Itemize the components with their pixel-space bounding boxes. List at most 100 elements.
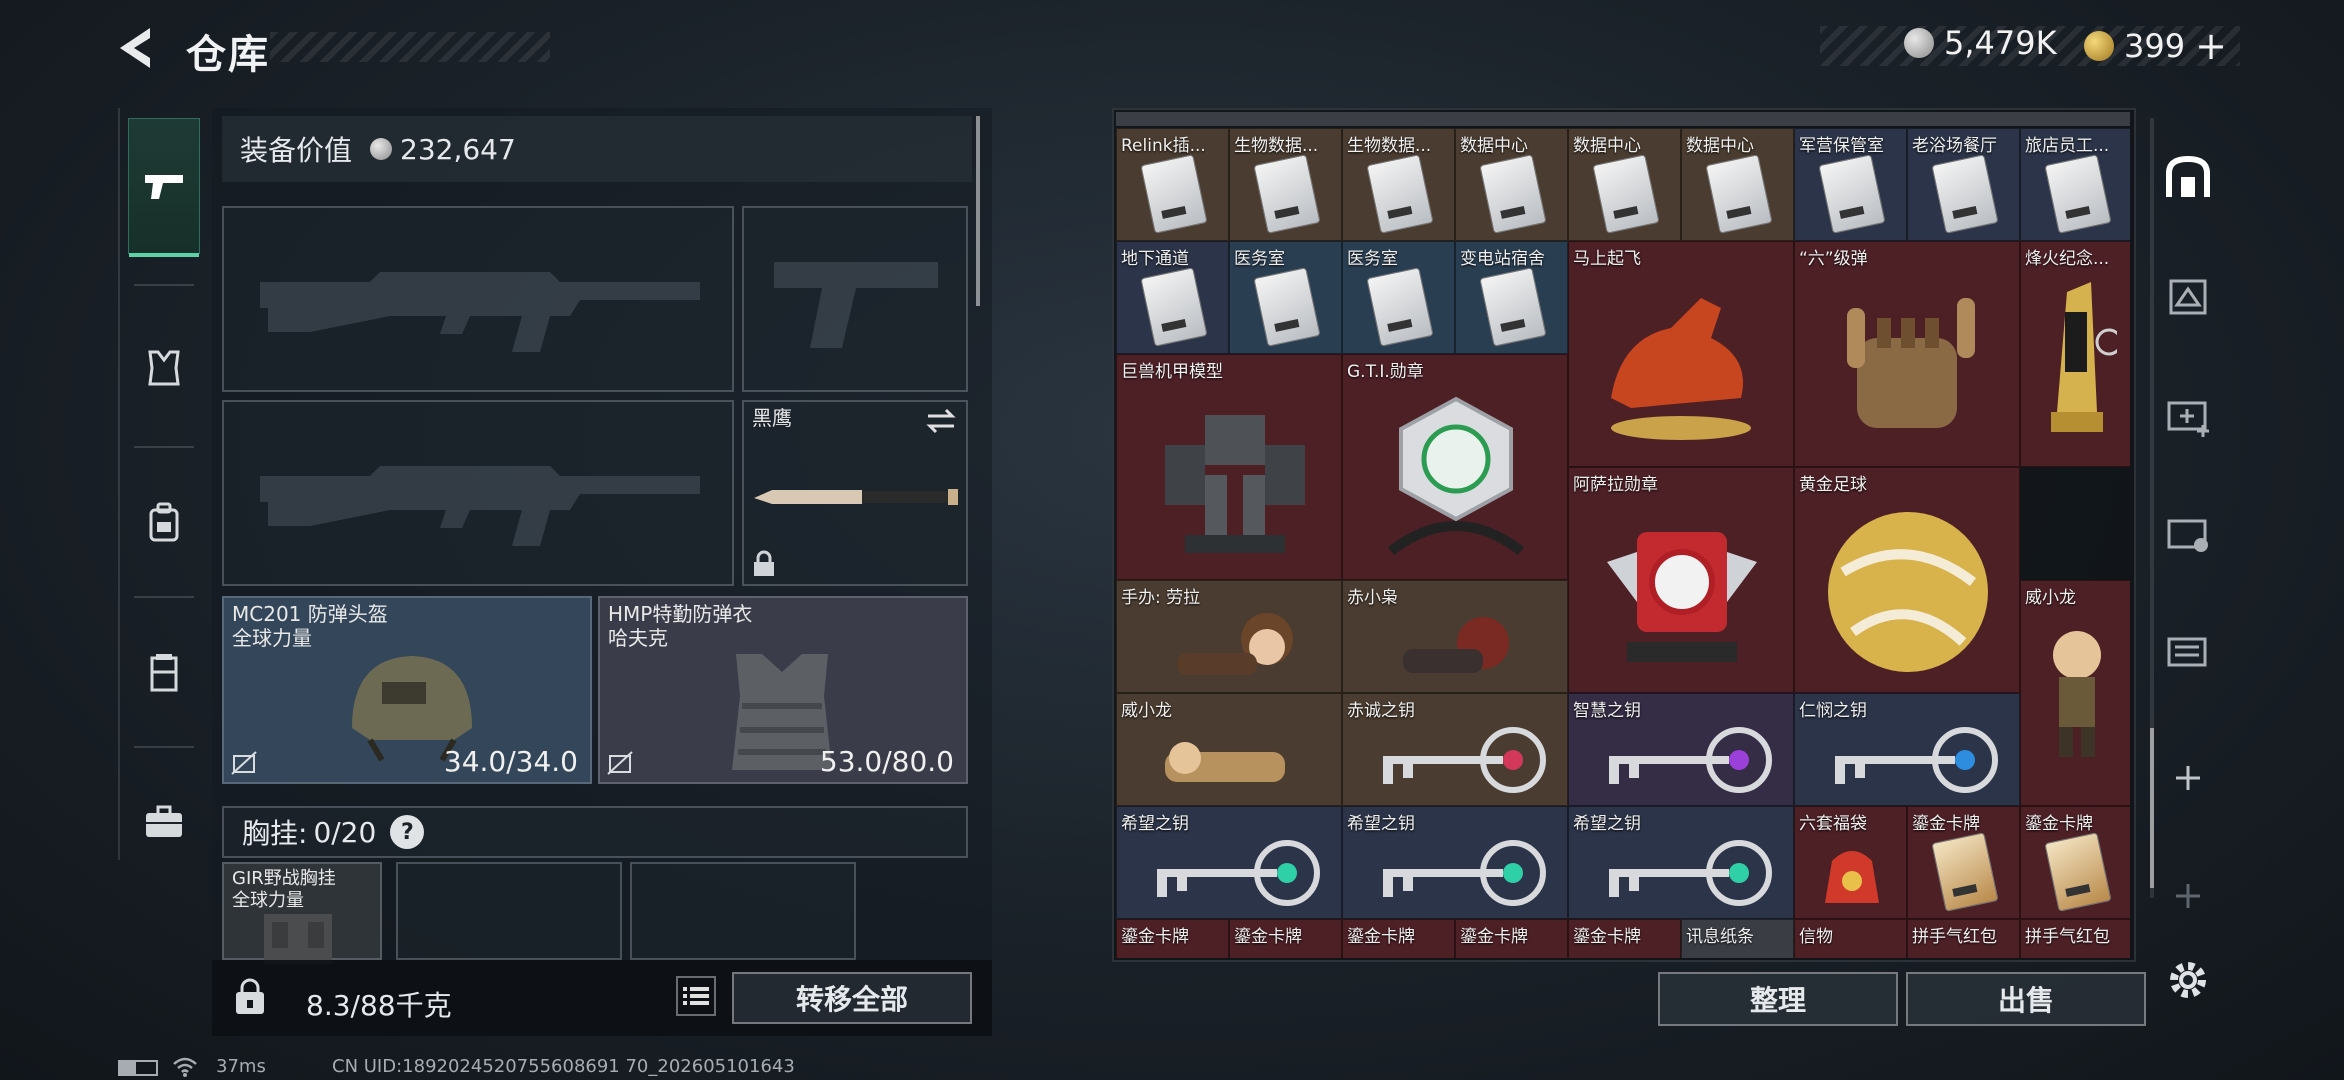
storage-item[interactable]: G.T.I.勋章 xyxy=(1342,354,1568,580)
storage-item[interactable]: 赤小枭 xyxy=(1342,580,1568,693)
storage-item[interactable]: 威小龙 xyxy=(2020,580,2130,806)
gauntlet-bullets-icon xyxy=(1847,298,1975,428)
storage-item[interactable]: 老浴场餐厅 xyxy=(1907,128,2020,241)
add-storage-tab-button-2[interactable] xyxy=(2160,868,2216,924)
sell-button[interactable]: 出售 xyxy=(1906,972,2146,1026)
tab-backpack[interactable] xyxy=(128,454,200,590)
storage-item[interactable]: Relink插... xyxy=(1116,128,1229,241)
list-view-button[interactable] xyxy=(676,976,716,1016)
item-label: 老浴场餐厅 xyxy=(1912,136,1997,156)
item-label: 仁悯之钥 xyxy=(1799,701,1867,721)
rifle-silhouette-icon xyxy=(260,272,700,352)
chest-rig-icon xyxy=(150,654,178,692)
item-label: 旅店员工... xyxy=(2025,136,2110,156)
storage-item[interactable]: 威小龙 xyxy=(1116,693,1342,806)
storage-item[interactable]: 鎏金卡牌 xyxy=(1116,919,1229,958)
silver-coin-icon xyxy=(370,138,393,160)
horse-statue-icon xyxy=(1611,298,1751,440)
equipment-scrollbar[interactable] xyxy=(976,116,980,306)
tab-armor[interactable] xyxy=(128,300,200,436)
tab-storage-home[interactable] xyxy=(2160,150,2216,206)
tab-chest-rig[interactable] xyxy=(128,604,200,740)
storage-item[interactable]: 手办: 劳拉 xyxy=(1116,580,1342,693)
red-key-icon xyxy=(1383,727,1546,793)
primary-weapon-slot-1[interactable] xyxy=(222,206,734,392)
storage-item[interactable]: 黄金足球 xyxy=(1794,467,2020,693)
item-label: 地下通道 xyxy=(1121,249,1189,269)
tab-storage-3[interactable] xyxy=(2160,386,2216,442)
equipment-value-label: 装备价值 xyxy=(240,134,353,167)
add-gold-button[interactable]: + xyxy=(2195,24,2227,68)
tab-storage-4[interactable] xyxy=(2160,504,2216,560)
storage-item[interactable]: 赤诚之钥 xyxy=(1342,693,1568,806)
item-label: 鎏金卡牌 xyxy=(1347,927,1415,947)
swap-icon[interactable] xyxy=(924,408,958,434)
storage-item[interactable]: 旅店员工... xyxy=(2020,128,2130,241)
storage-item[interactable]: 数据中心 xyxy=(1681,128,1794,241)
tab-storage-2[interactable] xyxy=(2160,268,2216,324)
item-label: 烽火纪念... xyxy=(2025,249,2110,269)
storage-item[interactable]: 数据中心 xyxy=(1455,128,1568,241)
gold-currency[interactable]: 399 + xyxy=(2084,24,2227,68)
tab-divider xyxy=(134,746,194,748)
storage-item[interactable]: 鎏金卡牌 xyxy=(1455,919,1568,958)
storage-item[interactable]: 数据中心 xyxy=(1568,128,1681,241)
storage-scrollbar-thumb[interactable] xyxy=(2150,728,2154,888)
storage-item[interactable]: 希望之钥 xyxy=(1342,806,1568,919)
storage-item[interactable]: 医务室 xyxy=(1342,241,1455,354)
chest-rig-item[interactable]: GIR野战胸挂 全球力量 xyxy=(222,862,382,964)
transfer-all-button[interactable]: 转移全部 xyxy=(732,972,972,1024)
storage-item[interactable]: 烽火纪念... xyxy=(2020,241,2130,467)
storage-item[interactable]: 智慧之钥 xyxy=(1568,693,1794,806)
storage-item[interactable]: 生物数据... xyxy=(1229,128,1342,241)
storage-item[interactable]: 鎏金卡牌 xyxy=(1229,919,1342,958)
storage-item[interactable]: 六套福袋 xyxy=(1794,806,1907,919)
add-storage-tab-button[interactable] xyxy=(2160,750,2216,806)
chest-rig-slot-3[interactable] xyxy=(630,862,856,960)
item-label: 六套福袋 xyxy=(1799,814,1867,834)
chest-rig-slot-2[interactable] xyxy=(396,862,622,960)
tab-storage-5[interactable] xyxy=(2160,622,2216,678)
sort-button[interactable]: 整理 xyxy=(1658,972,1898,1026)
back-button[interactable] xyxy=(112,24,160,72)
item-label: 鎏金卡牌 xyxy=(1234,927,1302,947)
tab-safe-case[interactable] xyxy=(128,754,200,890)
storage-item[interactable]: 阿萨拉勋章 xyxy=(1568,467,1794,693)
storage-item[interactable]: 生物数据... xyxy=(1342,128,1455,241)
helmet-slot[interactable]: MC201 防弹头盔 全球力量 34.0/34.0 xyxy=(222,596,592,784)
storage-item[interactable]: 信物 xyxy=(1794,919,1907,958)
melee-slot[interactable]: 黑鹰 xyxy=(742,400,968,586)
item-label: 数据中心 xyxy=(1460,136,1528,156)
storage-item[interactable]: 地下通道 xyxy=(1116,241,1229,354)
storage-item[interactable]: 鎏金卡牌 xyxy=(2020,806,2130,919)
storage-item[interactable]: 讯息纸条 xyxy=(1681,919,1794,958)
body-armor-slot[interactable]: HMP特勤防弹衣 哈夫克 53.0/80.0 xyxy=(598,596,968,784)
item-label: 赤诚之钥 xyxy=(1347,701,1415,721)
tab-weapons[interactable] xyxy=(128,118,200,257)
settings-gear-icon[interactable] xyxy=(2164,956,2212,1004)
safe-box-icon xyxy=(236,978,264,1014)
storage-item[interactable]: 军营保管室 xyxy=(1794,128,1907,241)
storage-item[interactable]: 拼手气红包 xyxy=(1907,919,2020,958)
storage-item[interactable]: 巨兽机甲模型 xyxy=(1116,354,1342,580)
storage-item[interactable]: 拼手气红包 xyxy=(2020,919,2130,958)
item-label: 生物数据... xyxy=(1347,136,1432,156)
storage-item[interactable]: 医务室 xyxy=(1229,241,1342,354)
storage-item[interactable]: 希望之钥 xyxy=(1568,806,1794,919)
storage-item[interactable]: 仁悯之钥 xyxy=(1794,693,2020,806)
keycard-icon xyxy=(1366,154,1434,234)
pistol-slot[interactable] xyxy=(742,206,968,392)
storage-item[interactable]: 希望之钥 xyxy=(1116,806,1342,919)
storage-item[interactable]: 马上起飞 xyxy=(1568,241,1794,467)
storage-item[interactable]: 变电站宿舍 xyxy=(1455,241,1568,354)
tab-divider xyxy=(134,446,194,448)
storage-item[interactable]: 鎏金卡牌 xyxy=(1907,806,2020,919)
item-label: 信物 xyxy=(1799,927,1833,947)
storage-item[interactable]: 鎏金卡牌 xyxy=(1342,919,1455,958)
help-icon[interactable]: ? xyxy=(390,815,425,849)
primary-weapon-slot-2[interactable] xyxy=(222,400,734,586)
tab-divider xyxy=(134,596,194,598)
storage-item[interactable]: 鎏金卡牌 xyxy=(1568,919,1681,958)
storage-item[interactable]: “六”级弹 xyxy=(1794,241,2020,467)
item-label: 讯息纸条 xyxy=(1686,927,1754,947)
